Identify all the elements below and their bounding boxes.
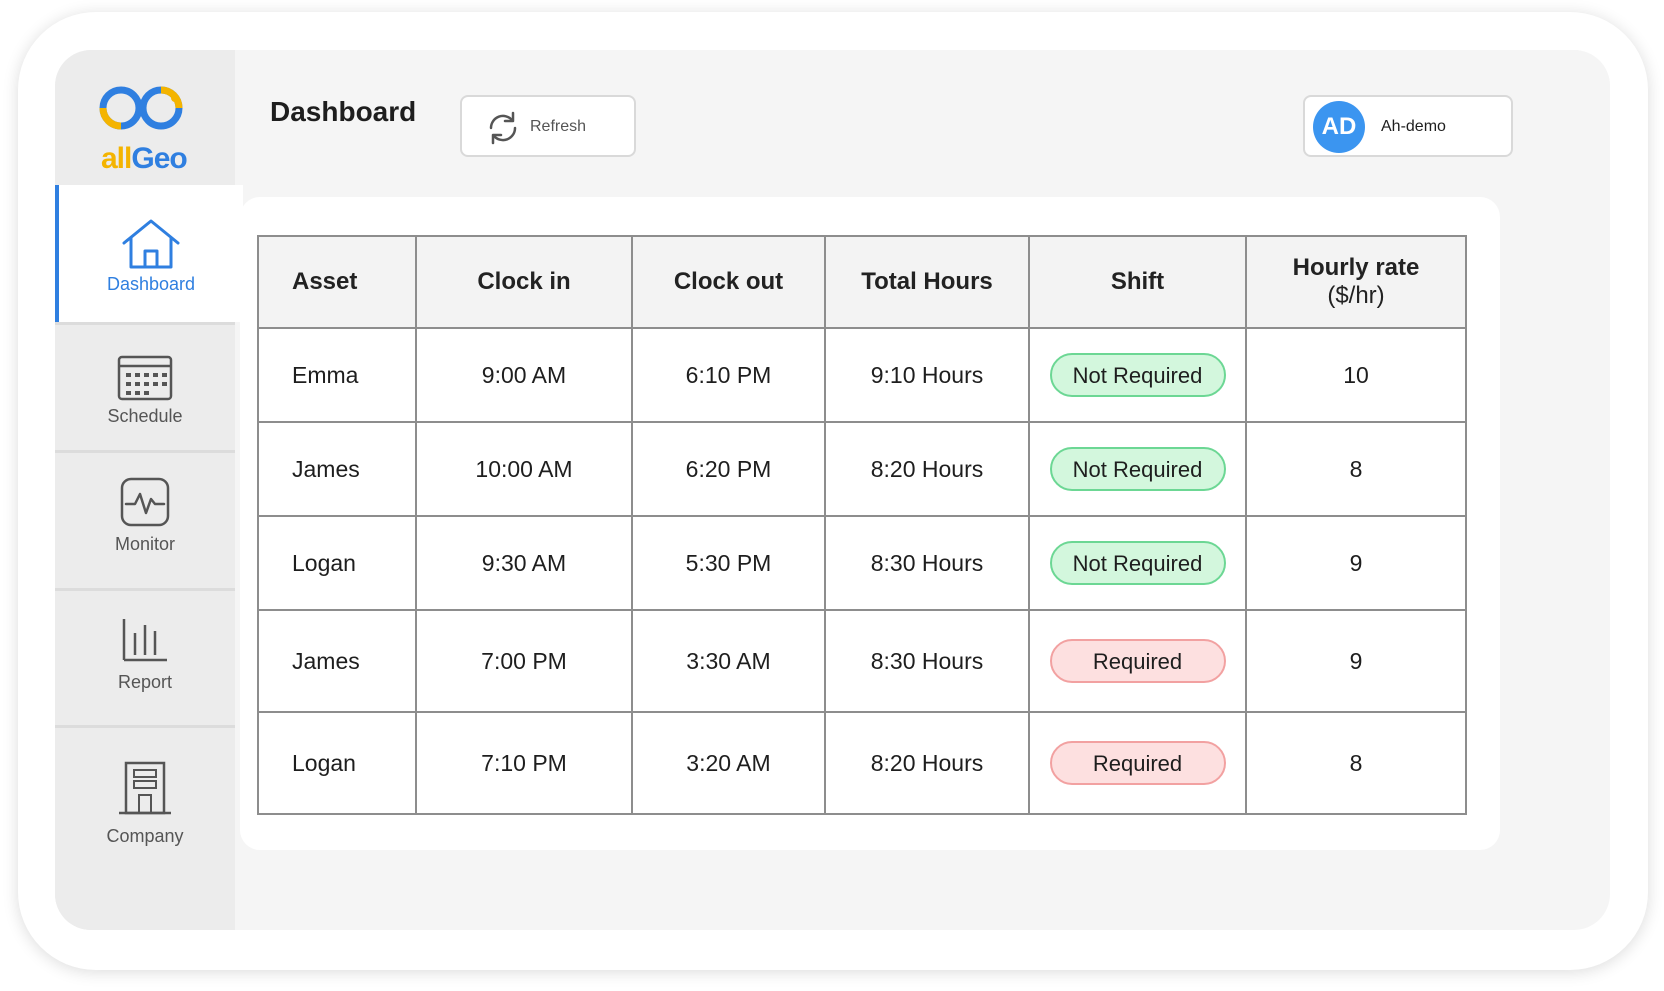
page-title: Dashboard	[270, 96, 417, 127]
cell-shift: Required	[1028, 711, 1247, 815]
cell-clock-out: 6:20 PM	[631, 421, 826, 517]
cell-total-hours: 8:20 Hours	[824, 711, 1030, 815]
cell-rate: 8	[1245, 711, 1467, 815]
logo-text-geo: Geo	[131, 142, 187, 175]
hourly-rate-unit: ($/hr)	[1327, 282, 1385, 309]
cell-rate: 9	[1245, 515, 1467, 611]
app-logo[interactable]: allGeo	[55, 50, 235, 195]
cell-rate: 10	[1245, 327, 1467, 423]
column-header-clock-out[interactable]: Clock out	[631, 235, 826, 329]
column-header-total-hours[interactable]: Total Hours	[824, 235, 1030, 329]
cell-clock-in: 9:00 AM	[415, 327, 633, 423]
sidebar-item-label: Report	[117, 672, 173, 692]
cell-clock-out: 6:10 PM	[631, 327, 826, 423]
table-row[interactable]: Logan 9:30 AM 5:30 PM 8:30 Hours Not Req…	[257, 515, 1467, 611]
sidebar-item-label: Monitor	[114, 534, 176, 554]
timesheet-card: Asset Clock in Clock out Total Hours Shi…	[240, 197, 1500, 850]
sidebar-item-company[interactable]: Company	[55, 728, 235, 930]
status-badge: Not Required	[1049, 541, 1226, 585]
status-badge: Not Required	[1049, 353, 1226, 397]
cell-total-hours: 8:20 Hours	[824, 421, 1030, 517]
table-row[interactable]: Logan 7:10 PM 3:20 AM 8:20 Hours Require…	[257, 711, 1467, 815]
status-badge: Not Required	[1049, 447, 1226, 491]
cell-clock-out: 3:30 AM	[631, 609, 826, 713]
logo-text-all: all	[101, 142, 132, 175]
top-header: Dashboard Refresh AD Ah-demo	[235, 50, 1610, 185]
cell-rate: 8	[1245, 421, 1467, 517]
logo-text: allGeo	[101, 142, 188, 176]
refresh-button[interactable]: Refresh	[460, 95, 636, 157]
cell-total-hours: 8:30 Hours	[824, 515, 1030, 611]
table-row[interactable]: Emma 9:00 AM 6:10 PM 9:10 Hours Not Requ…	[257, 327, 1467, 423]
sidebar-item-monitor[interactable]: Monitor	[55, 453, 235, 588]
cell-asset: Logan	[257, 711, 417, 815]
sidebar-item-schedule[interactable]: Schedule	[55, 325, 235, 450]
cell-clock-out: 5:30 PM	[631, 515, 826, 611]
status-badge: Required	[1049, 741, 1226, 785]
pulse-icon	[120, 477, 170, 527]
table-row[interactable]: James 10:00 AM 6:20 PM 8:20 Hours Not Re…	[257, 421, 1467, 517]
user-name: Ah-demo	[1381, 118, 1446, 135]
cell-clock-out: 3:20 AM	[631, 711, 826, 815]
sidebar-item-report[interactable]: Report	[55, 591, 235, 725]
column-header-hourly-rate[interactable]: Hourly rate ($/hr)	[1245, 235, 1467, 329]
avatar: AD	[1313, 101, 1365, 153]
home-icon	[122, 219, 180, 269]
column-header-asset[interactable]: Asset	[257, 235, 417, 329]
refresh-icon	[489, 111, 517, 145]
timesheet-table: Asset Clock in Clock out Total Hours Shi…	[257, 235, 1467, 815]
cell-asset: Emma	[257, 327, 417, 423]
cell-clock-in: 7:10 PM	[415, 711, 633, 815]
column-header-clock-in[interactable]: Clock in	[415, 235, 633, 329]
building-icon	[119, 761, 171, 815]
cell-asset: James	[257, 609, 417, 713]
sidebar: allGeo Dashboard Schedule Monitor Report…	[55, 50, 243, 930]
cell-clock-in: 10:00 AM	[415, 421, 633, 517]
cell-asset: James	[257, 421, 417, 517]
refresh-label: Refresh	[530, 118, 587, 135]
table-row[interactable]: James 7:00 PM 3:30 AM 8:30 Hours Require…	[257, 609, 1467, 713]
column-header-shift[interactable]: Shift	[1028, 235, 1247, 329]
cell-shift: Required	[1028, 609, 1247, 713]
cell-shift: Not Required	[1028, 515, 1247, 611]
hourly-rate-title: Hourly rate	[1292, 254, 1420, 281]
sidebar-item-label: Schedule	[107, 406, 183, 426]
table-header-row: Asset Clock in Clock out Total Hours Shi…	[257, 235, 1467, 329]
status-badge: Required	[1049, 639, 1226, 683]
logo-rings-icon	[99, 86, 183, 130]
cell-shift: Not Required	[1028, 421, 1247, 517]
sidebar-item-dashboard[interactable]: Dashboard	[55, 185, 243, 322]
cell-total-hours: 9:10 Hours	[824, 327, 1030, 423]
cell-total-hours: 8:30 Hours	[824, 609, 1030, 713]
sidebar-item-label: Dashboard	[106, 274, 196, 294]
bar-chart-icon	[122, 619, 167, 662]
calendar-icon	[117, 355, 173, 401]
cell-asset: Logan	[257, 515, 417, 611]
cell-rate: 9	[1245, 609, 1467, 713]
cell-shift: Not Required	[1028, 327, 1247, 423]
user-menu-button[interactable]: AD Ah-demo	[1303, 95, 1513, 157]
cell-clock-in: 9:30 AM	[415, 515, 633, 611]
cell-clock-in: 7:00 PM	[415, 609, 633, 713]
sidebar-item-label: Company	[106, 826, 184, 846]
